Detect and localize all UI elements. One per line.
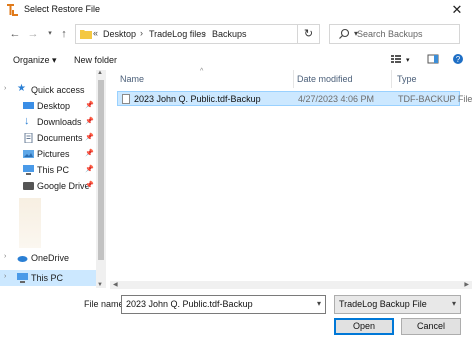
tradelog-icon	[7, 4, 18, 16]
documents-icon	[24, 133, 33, 143]
sidebar-item-label: Quick access	[31, 85, 85, 95]
arrow-up-icon: ↑	[61, 28, 67, 40]
title-bar: Select Restore File ✕	[0, 0, 474, 20]
sidebar-item-onedrive[interactable]: › OneDrive	[0, 250, 96, 266]
file-type-value: TradeLog Backup File	[339, 299, 427, 309]
expand-chevron-icon[interactable]: ›	[4, 85, 6, 92]
sidebar-item-desktop[interactable]: Desktop 📌	[0, 98, 96, 114]
scroll-right-arrow[interactable]: ▶	[464, 281, 469, 288]
desktop-icon	[23, 102, 34, 109]
pin-icon: 📌	[85, 102, 94, 109]
window-title: Select Restore File	[24, 4, 101, 14]
preview-pane-icon[interactable]	[427, 53, 439, 65]
file-open-dialog: Select Restore File ✕ ← → ▾ ↑ « Desktop …	[0, 0, 474, 343]
column-header-date-modified[interactable]: Date modified	[297, 74, 353, 84]
sidebar-item-documents[interactable]: Documents 📌	[0, 130, 96, 146]
sidebar-item-label: This PC	[37, 165, 70, 175]
sidebar-item-label: Pictures	[37, 149, 70, 159]
file-name-label: File name:	[84, 299, 127, 309]
google-drive-icon	[23, 182, 34, 190]
sidebar-item-quick-access[interactable]: › ★ Quick access	[0, 82, 96, 98]
column-header-type[interactable]: Type	[397, 74, 417, 84]
breadcrumb-overflow[interactable]: «	[93, 28, 98, 38]
refresh-button[interactable]: ↻	[298, 24, 320, 44]
refresh-icon: ↻	[303, 28, 314, 40]
sort-indicator-icon: ^	[200, 68, 204, 75]
file-row[interactable]: 2023 John Q. Public.tdf-Backup 4/27/2023…	[117, 91, 472, 106]
scrollbar-thumb[interactable]	[98, 80, 104, 260]
search-input[interactable]: Search Backups	[357, 29, 423, 39]
expand-chevron-icon[interactable]: ›	[4, 273, 6, 280]
new-folder-button[interactable]: New folder	[74, 55, 117, 65]
file-list-horizontal-scrollbar[interactable]: ◀ ▶	[110, 281, 472, 289]
sidebar-item-label: This PC	[31, 273, 64, 283]
column-headers: ^ Name Date modified Type	[110, 68, 474, 88]
chevron-down-icon[interactable]: ▾	[317, 299, 321, 308]
back-button[interactable]: ←	[7, 25, 23, 43]
arrow-right-icon: →	[27, 28, 39, 40]
organize-button[interactable]: Organize ▾	[13, 55, 57, 66]
file-type-select[interactable]: TradeLog Backup File ▾	[334, 295, 461, 314]
chevron-down-icon: ▾	[48, 30, 52, 37]
sidebar-item-label: Downloads	[37, 117, 82, 127]
address-bar[interactable]: « Desktop › TradeLog files › Backups ▾	[75, 24, 358, 44]
breadcrumb-separator[interactable]: ›	[203, 28, 206, 38]
scroll-left-arrow[interactable]: ◀	[113, 281, 118, 288]
file-name: 2023 John Q. Public.tdf-Backup	[134, 94, 261, 104]
file-type: TDF-BACKUP File	[398, 94, 473, 104]
pin-icon: 📌	[85, 150, 94, 157]
scroll-up-arrow[interactable]: ▲	[97, 70, 103, 76]
pin-icon: 📌	[85, 118, 94, 125]
file-date-modified: 4/27/2023 4:06 PM	[298, 94, 375, 104]
sidebar-item-this-pc[interactable]: › This PC	[0, 270, 96, 286]
computer-icon	[23, 165, 34, 175]
breadcrumb-tradelog-files[interactable]: TradeLog files	[149, 29, 206, 39]
download-icon: ↓	[24, 115, 30, 127]
navigation-pane: › ★ Quick access Desktop 📌 ↓ Downloads 📌…	[0, 70, 96, 288]
column-divider[interactable]	[293, 70, 294, 88]
computer-icon	[17, 273, 28, 283]
pin-icon: 📌	[85, 182, 94, 189]
sidebar-item-label: Documents	[37, 133, 83, 143]
redacted-area	[19, 198, 41, 248]
expand-chevron-icon[interactable]: ›	[4, 253, 6, 260]
help-icon[interactable]: ?	[452, 53, 464, 65]
column-divider[interactable]	[391, 70, 392, 88]
sidebar-item-downloads[interactable]: ↓ Downloads 📌	[0, 114, 96, 130]
sidebar-item-google-drive[interactable]: Google Drive 📌	[0, 178, 96, 194]
arrow-left-icon: ←	[9, 28, 21, 40]
up-button[interactable]: ↑	[56, 25, 72, 43]
file-icon	[122, 94, 130, 104]
sidebar-scrollbar[interactable]: ▲ ▼	[96, 70, 106, 288]
breadcrumb-separator[interactable]: ›	[140, 28, 143, 38]
file-name-field[interactable]: 2023 John Q. Public.tdf-Backup ▾	[121, 295, 326, 314]
search-box[interactable]: Search Backups	[329, 24, 460, 44]
file-name-value[interactable]: 2023 John Q. Public.tdf-Backup	[126, 299, 253, 309]
open-button[interactable]: Open	[334, 318, 394, 335]
toolbar: Organize ▾ New folder ▾ ?	[0, 50, 474, 70]
pin-icon: 📌	[85, 134, 94, 141]
sidebar-item-this-pc-pinned[interactable]: This PC 📌	[0, 162, 96, 178]
view-dropdown-arrow[interactable]: ▾	[406, 56, 410, 64]
forward-button[interactable]: →	[25, 25, 41, 43]
sidebar-item-label: Desktop	[37, 101, 71, 111]
chevron-down-icon: ▾	[451, 299, 456, 308]
folder-icon	[80, 30, 92, 39]
close-button[interactable]: ✕	[440, 0, 474, 20]
sidebar-item-label: OneDrive	[31, 253, 70, 263]
column-header-name[interactable]: Name	[120, 74, 144, 84]
svg-text:?: ?	[456, 55, 461, 64]
breadcrumb-desktop[interactable]: Desktop	[103, 29, 136, 39]
cloud-icon	[17, 256, 28, 262]
sidebar-item-pictures[interactable]: Pictures 📌	[0, 146, 96, 162]
view-options-icon[interactable]	[390, 53, 402, 65]
breadcrumb-backups[interactable]: Backups	[212, 29, 247, 39]
star-icon: ★	[17, 83, 26, 94]
pictures-icon	[23, 150, 34, 158]
scroll-down-arrow[interactable]: ▼	[97, 282, 103, 288]
pin-icon: 📌	[85, 166, 94, 173]
sidebar-item-label: Google Drive	[37, 181, 90, 191]
cancel-button[interactable]: Cancel	[401, 318, 461, 335]
search-icon	[339, 28, 350, 39]
